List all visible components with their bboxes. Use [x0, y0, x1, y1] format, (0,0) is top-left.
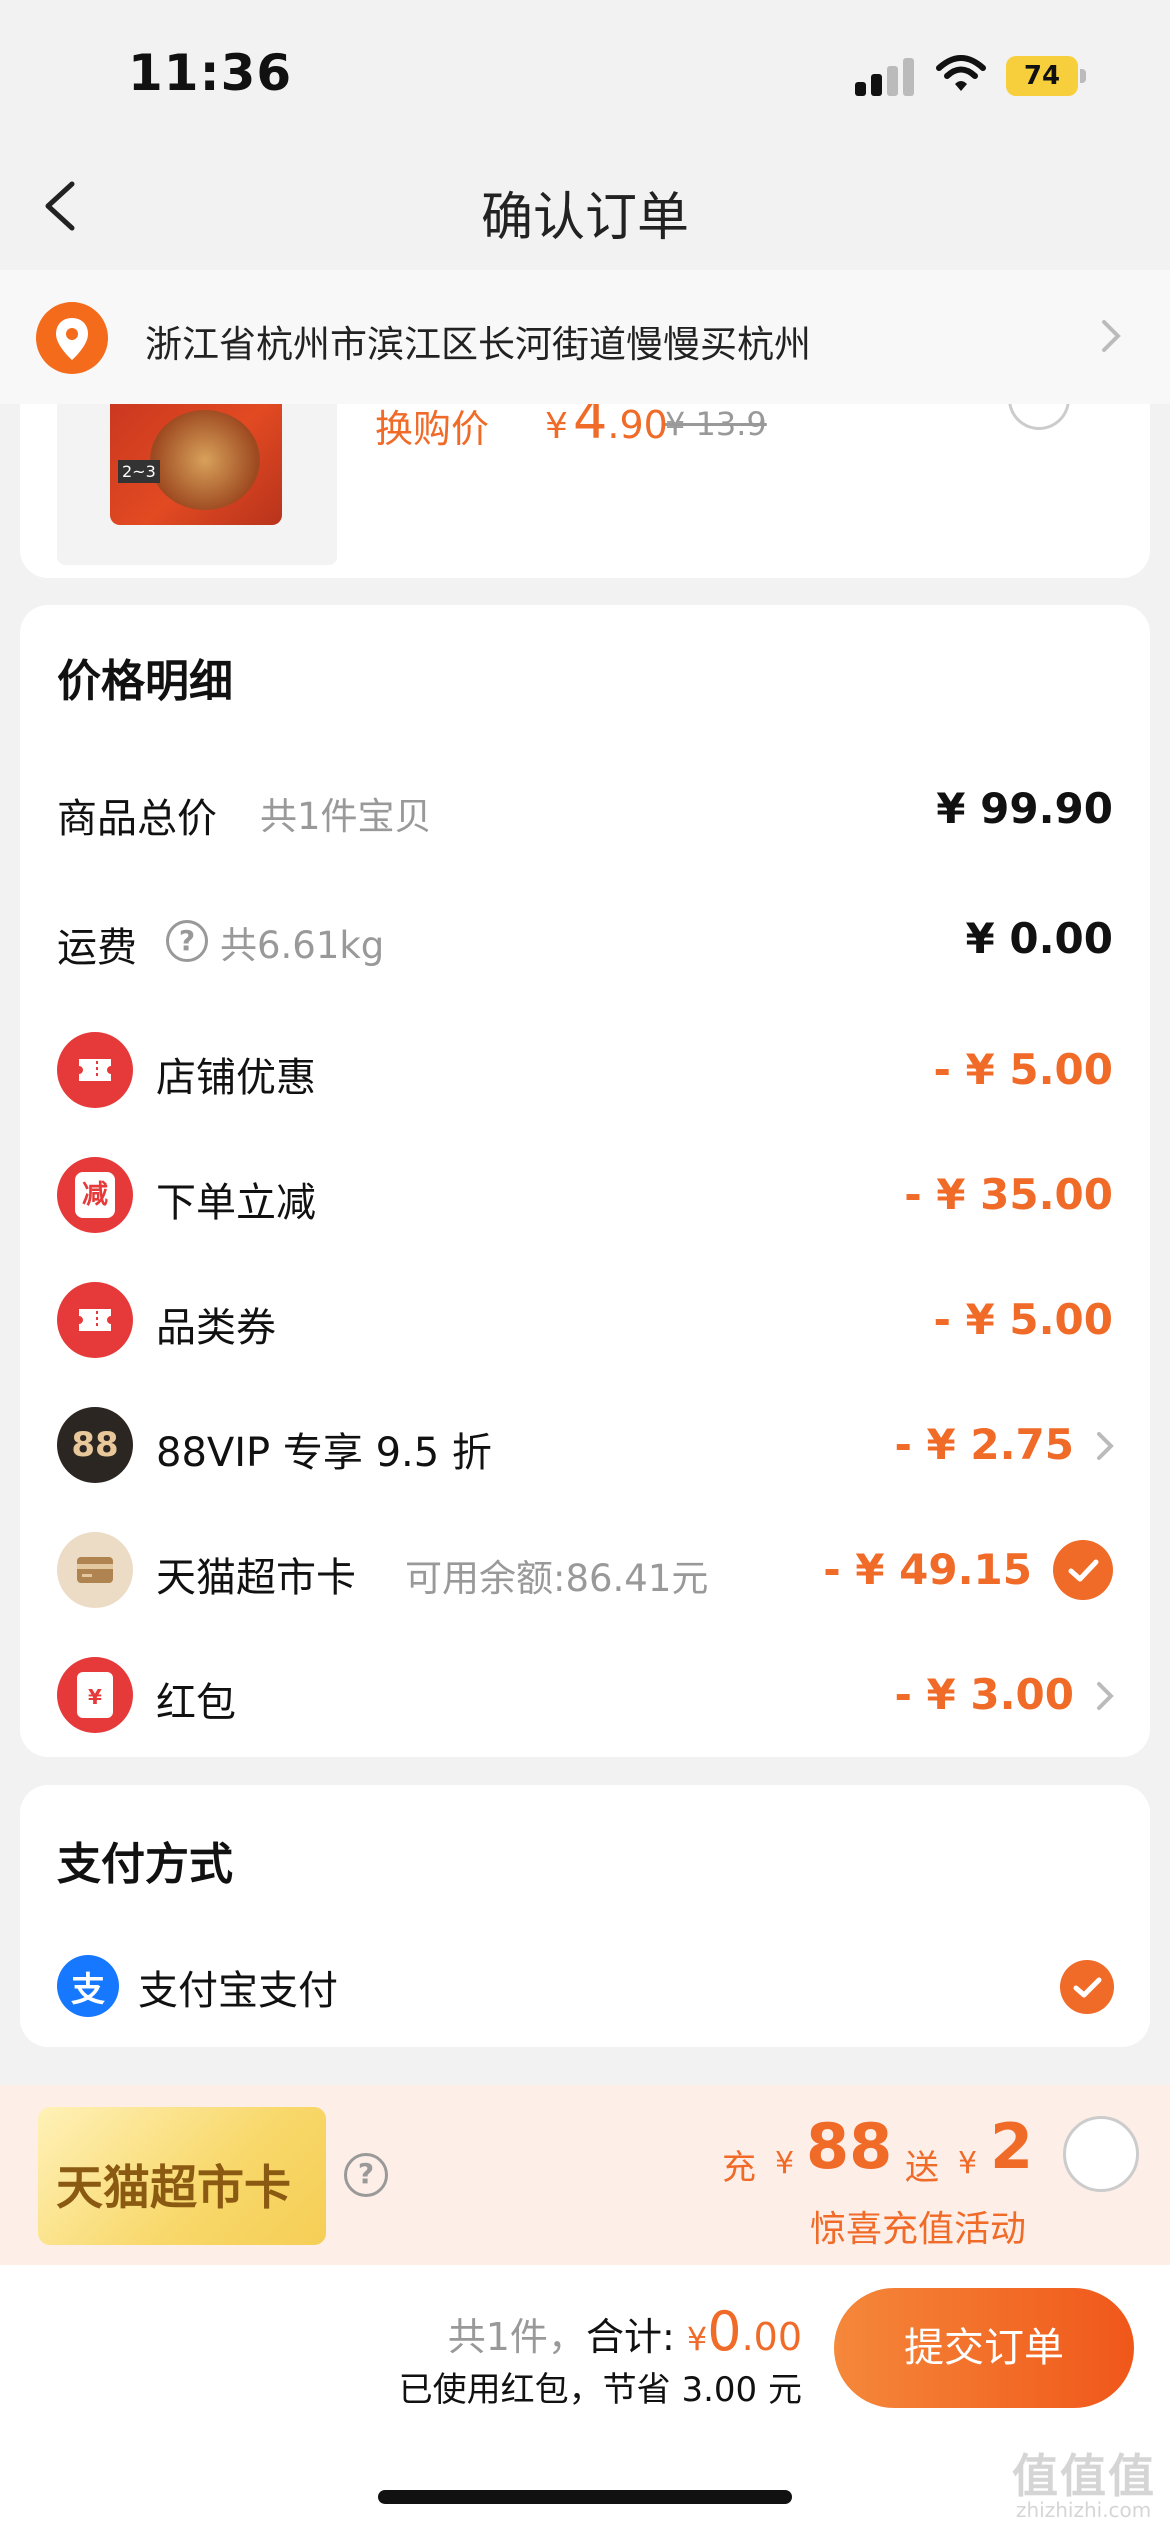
battery-level: 74: [1006, 56, 1078, 96]
discount-label: 店铺优惠: [156, 1055, 316, 1101]
tmall-card-image: 天猫超市卡: [38, 2107, 326, 2245]
total-dec: .00: [741, 2315, 802, 2359]
88vip-icon-text: 88: [71, 1425, 119, 1465]
payment-title: 支付方式: [57, 1839, 233, 1890]
charge-prefix: 充: [722, 2148, 756, 2188]
red-packet-icon: ¥: [57, 1657, 133, 1733]
swap-price-label: 换购价: [375, 407, 490, 451]
promo-select-radio[interactable]: [1063, 2116, 1139, 2192]
discount-label: 88VIP 专享 9.5 折: [156, 1430, 492, 1476]
reduce-icon: 减: [57, 1157, 133, 1233]
status-time: 11:36: [128, 44, 293, 102]
reduce-icon-text: 减: [75, 1172, 115, 1218]
payment-method-label[interactable]: 支付宝支付: [138, 1958, 338, 2016]
product-image-tag: 2~3: [118, 460, 160, 483]
discount-value[interactable]: - ¥ 2.75: [894, 1420, 1074, 1469]
wifi-icon: [936, 54, 986, 94]
payment-checked-icon[interactable]: [1060, 1960, 1114, 2014]
card-balance: 可用余额:86.41元: [405, 1557, 709, 1600]
chevron-right-icon: [1096, 314, 1126, 358]
price-detail-title: 价格明细: [57, 656, 233, 707]
shipping-sub: 共6.61kg: [220, 924, 385, 967]
ticket-icon: [57, 1282, 133, 1358]
total-int: 0: [707, 2300, 742, 2363]
discount-label: 下单立减: [156, 1180, 316, 1226]
saved-text: 已使用红包，节省 3.00 元: [398, 2370, 802, 2410]
watermark-main: 值值值: [1012, 2449, 1156, 2503]
discount-label: 红包: [156, 1680, 236, 1726]
watermark: 值值值 zhizhizhi.com: [1012, 2440, 1162, 2530]
promo-subtitle: 惊喜充值活动: [810, 2209, 1027, 2250]
promo-help-icon[interactable]: ?: [344, 2153, 388, 2197]
charge-amount: 88: [806, 2110, 893, 2183]
total-currency: ¥: [686, 2320, 708, 2358]
goods-total-value: ¥ 99.90: [936, 784, 1113, 833]
charge-currency: ¥: [775, 2146, 795, 2181]
swap-price-dec: .90: [607, 403, 668, 447]
address-text: 浙江省杭州市滨江区长河街道慢慢买杭州: [145, 323, 811, 366]
shipping-label: 运费: [57, 925, 137, 971]
alipay-icon-text: 支: [71, 1969, 105, 2010]
discount-label: 品类券: [156, 1305, 276, 1351]
discount-value[interactable]: - ¥ 3.00: [894, 1670, 1074, 1719]
battery-icon: 74: [1006, 56, 1086, 96]
shipping-help-icon[interactable]: ?: [166, 920, 208, 962]
discount-label: 天猫超市卡: [156, 1555, 356, 1601]
promo-card-label: 天猫超市卡: [56, 2161, 291, 2216]
page-title: 确认订单: [480, 188, 689, 248]
red-packet-icon-text: ¥: [77, 1672, 113, 1718]
alipay-icon: 支: [57, 1955, 119, 2017]
address-bar[interactable]: 浙江省杭州市滨江区长河街道慢慢买杭州: [0, 270, 1170, 404]
swap-price-currency: ¥: [545, 406, 568, 447]
home-indicator[interactable]: [378, 2490, 792, 2504]
discount-value: - ¥ 5.00: [933, 1295, 1113, 1344]
total-label: 合计:: [585, 2315, 675, 2359]
discount-value: - ¥ 35.00: [904, 1170, 1113, 1219]
gift-amount: 2: [990, 2110, 1034, 2183]
shipping-value: ¥ 0.00: [965, 914, 1113, 963]
goods-total-label: 商品总价: [57, 796, 217, 842]
88vip-icon: 88: [57, 1407, 133, 1483]
card-checked-icon[interactable]: [1053, 1540, 1113, 1600]
watermark-sub: zhizhizhi.com: [1016, 2498, 1152, 2522]
original-price: ¥ 13.9: [665, 405, 767, 443]
gift-currency: ¥: [958, 2146, 978, 2181]
submit-order-button[interactable]: 提交订单: [834, 2288, 1134, 2408]
discount-value: - ¥ 5.00: [933, 1045, 1113, 1094]
discount-value: - ¥ 49.15: [823, 1545, 1032, 1594]
location-pin-icon: [36, 302, 108, 374]
chevron-right-icon[interactable]: [1094, 1428, 1116, 1464]
card-icon: [57, 1532, 133, 1608]
gift-prefix: 送: [905, 2148, 939, 2188]
item-count: 共1件，: [447, 2315, 586, 2359]
signal-icon: [855, 58, 915, 96]
total-line: 共1件，合计: ¥0.00: [448, 2300, 802, 2363]
chevron-right-icon[interactable]: [1094, 1678, 1116, 1714]
goods-total-sub: 共1件宝贝: [260, 795, 432, 838]
ticket-icon: [57, 1032, 133, 1108]
product-image[interactable]: 2~3: [110, 390, 282, 525]
